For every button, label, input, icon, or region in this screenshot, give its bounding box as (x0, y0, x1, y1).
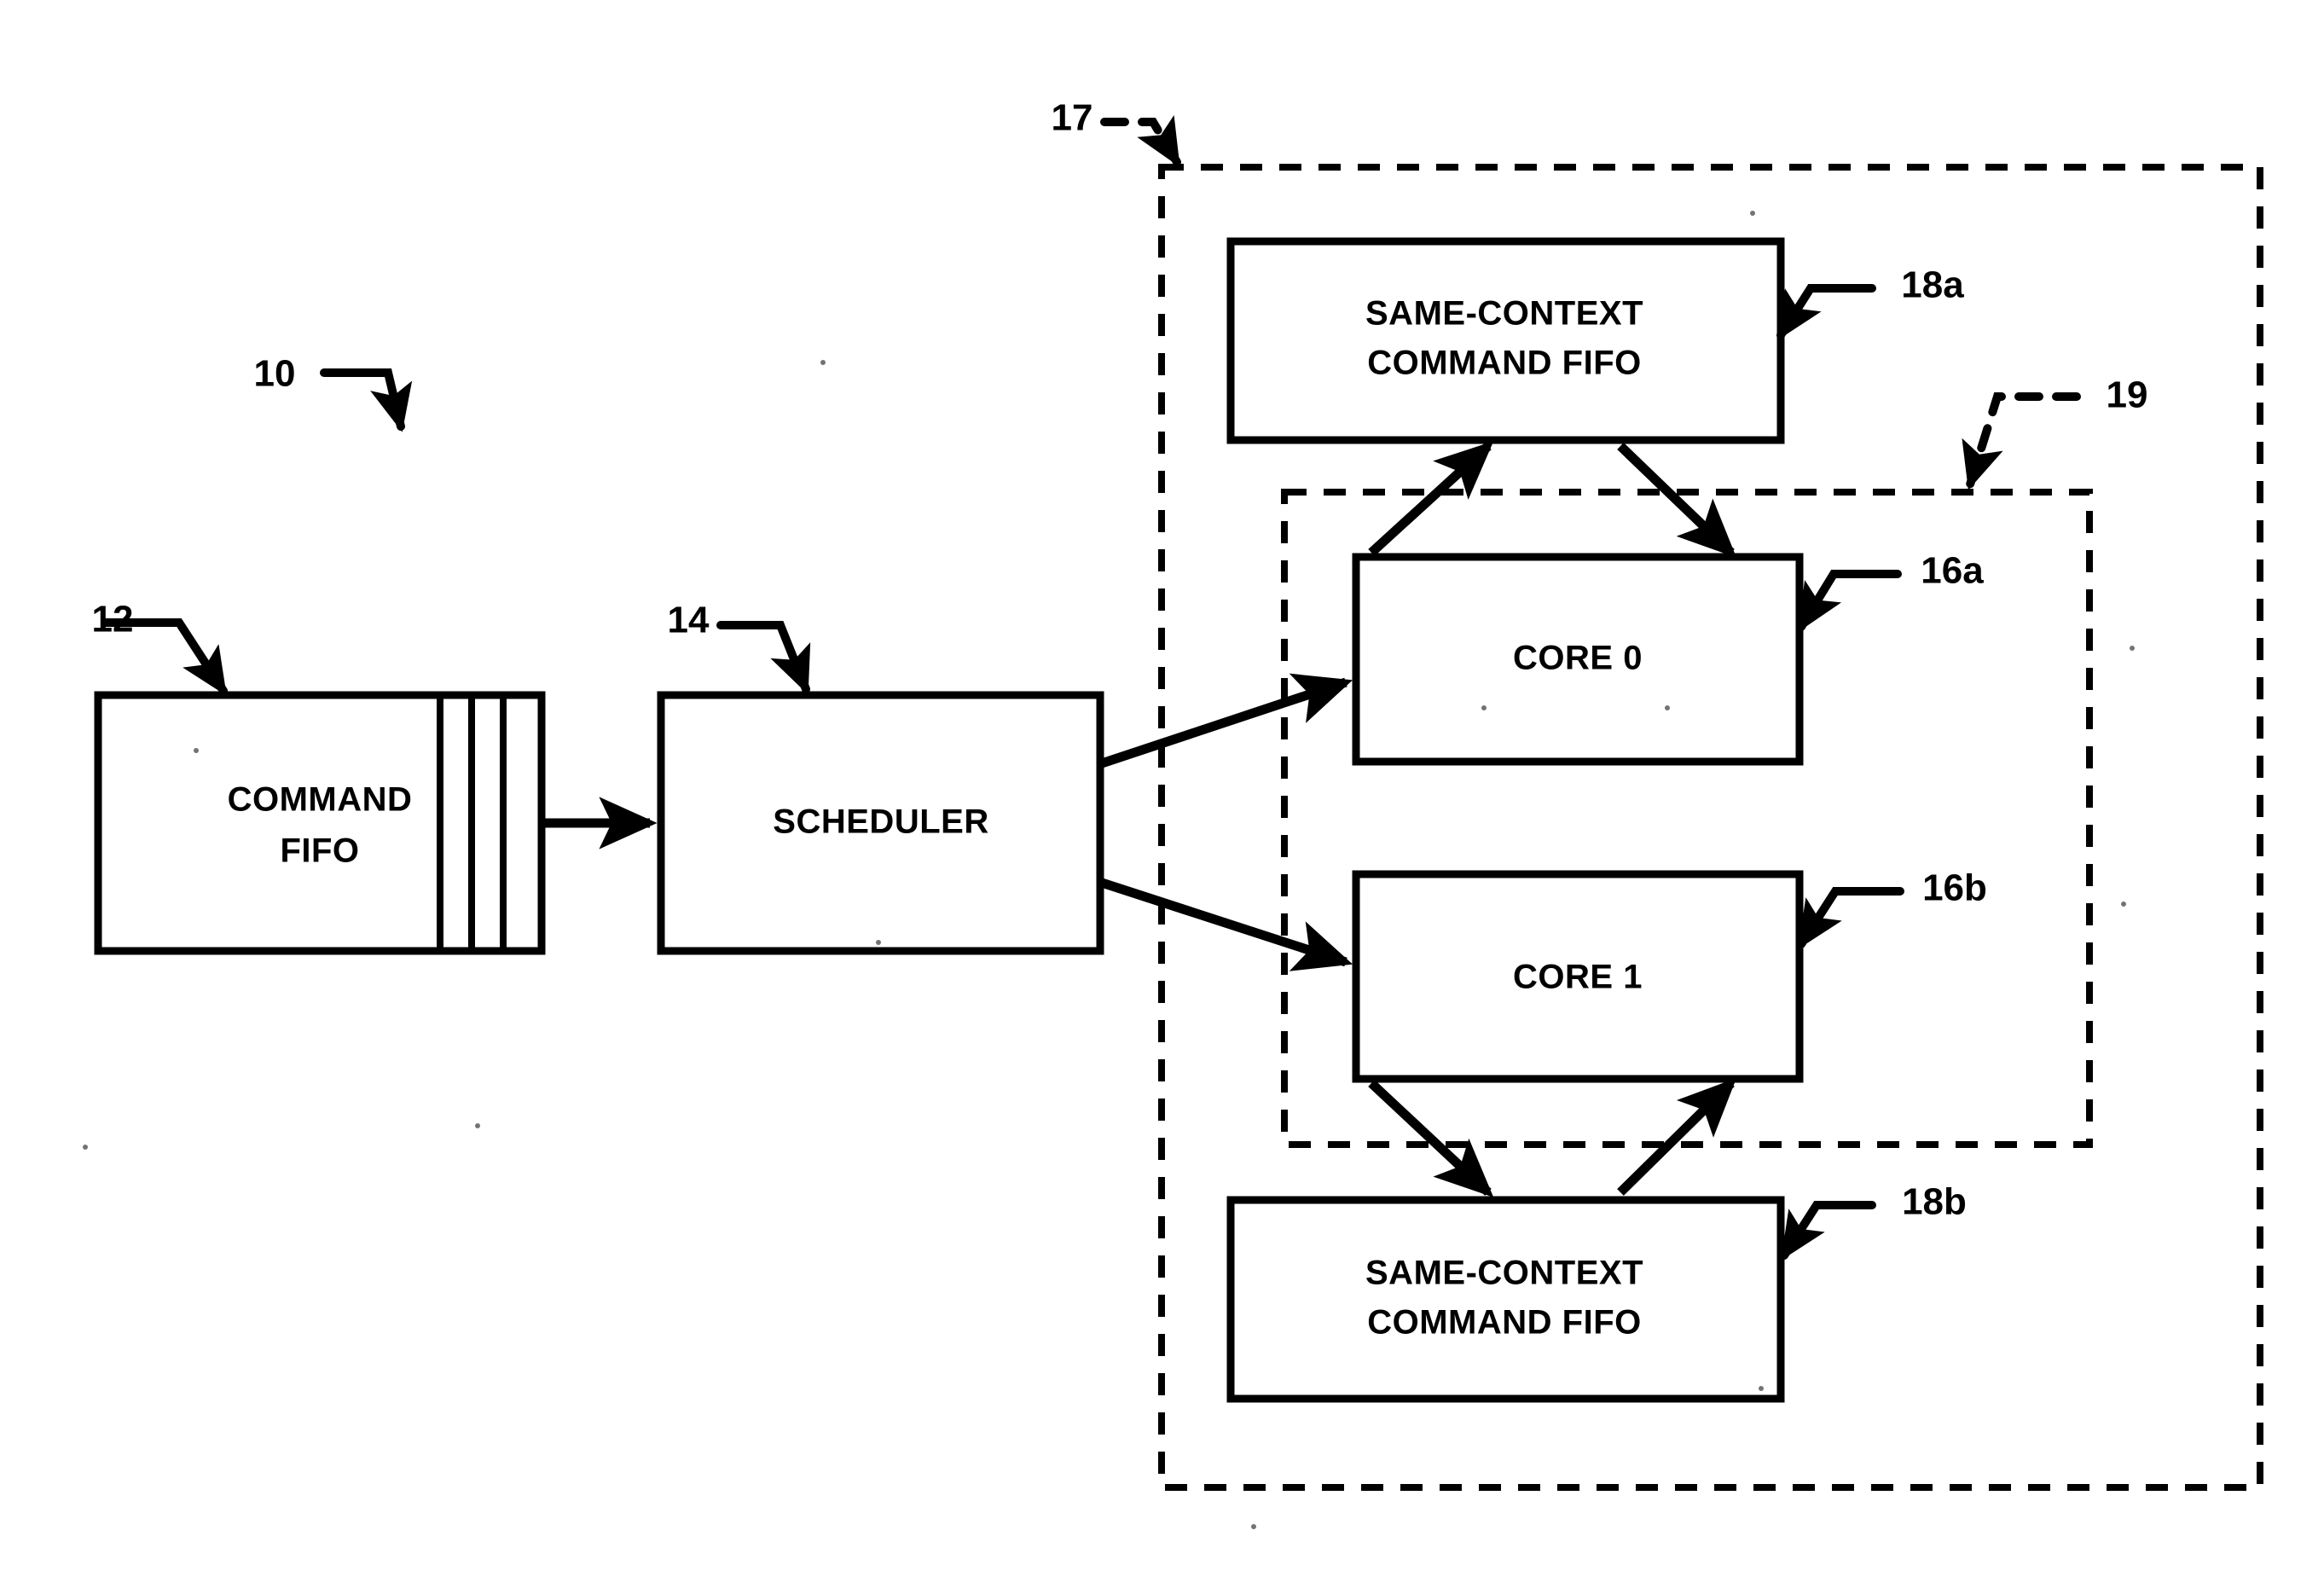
ref-numeral-16a: 16a (1921, 550, 1984, 592)
connector-scheduler-to-core-1 (1100, 878, 1353, 971)
block-label-sc-fifo-top-line1: SAME-CONTEXT (1365, 295, 1643, 333)
scan-speck (2121, 901, 2126, 907)
leader-line-18b (1780, 1201, 1876, 1261)
leader-line-16a (1797, 570, 1902, 632)
block-same-context-fifo-top[interactable] (1226, 237, 1785, 444)
block-label-command-fifo-line1: COMMAND (228, 781, 413, 819)
leader-line-19 (1962, 392, 2081, 490)
scan-speck (1251, 1524, 1256, 1529)
ref-numeral-19: 19 (2107, 374, 2148, 416)
scan-speck (1481, 705, 1487, 710)
ref-numeral-16b: 16b (1922, 867, 1987, 909)
ref-numeral-18a: 18a (1901, 264, 1964, 306)
block-label-sc-fifo-top-line2: COMMAND FIFO (1367, 345, 1642, 382)
leader-line-10 (320, 368, 413, 432)
connector-core-0-to-sc-fifo-top (1368, 441, 1494, 557)
ref-numeral-12: 12 (92, 599, 134, 641)
scan-speck (876, 940, 881, 945)
patent-figure: 17 19 10 COMMAND FIFO 12 SCHEDULER 14 SA… (0, 0, 2324, 1571)
scan-speck (1750, 211, 1755, 216)
block-label-scheduler: SCHEDULER (773, 803, 988, 841)
block-label-core-1: CORE 1 (1513, 959, 1643, 996)
scan-speck (83, 1145, 88, 1150)
ref-numeral-18b: 18b (1902, 1181, 1967, 1223)
block-label-core-0: CORE 0 (1513, 640, 1643, 677)
block-label-command-fifo-line2: FIFO (280, 832, 359, 870)
ref-numeral-10: 10 (254, 353, 296, 395)
figure-canvas: 17 19 10 COMMAND FIFO 12 SCHEDULER 14 SA… (83, 97, 2263, 1529)
scan-speck (820, 360, 826, 365)
leader-line-14 (716, 621, 811, 695)
connector-sc-fifo-top-to-core-0 (1617, 443, 1737, 558)
leader-line-18a (1776, 284, 1876, 340)
scan-speck (475, 1123, 480, 1128)
connector-sc-fifo-bottom-to-core-1 (1617, 1078, 1737, 1196)
ref-numeral-17: 17 (1052, 97, 1093, 139)
scan-speck (194, 748, 199, 753)
scan-speck (1759, 1386, 1764, 1391)
connector-scheduler-to-core-0 (1100, 673, 1353, 768)
connector-core-1-to-sc-fifo-bottom (1368, 1079, 1494, 1197)
block-label-sc-fifo-bottom-line2: COMMAND FIFO (1367, 1304, 1642, 1342)
leader-line-16b (1797, 887, 1904, 949)
scan-speck (1665, 705, 1670, 710)
ref-numeral-14: 14 (668, 600, 710, 641)
block-label-sc-fifo-bottom-line1: SAME-CONTEXT (1365, 1255, 1643, 1292)
block-same-context-fifo-bottom[interactable] (1226, 1196, 1785, 1403)
leader-line-17 (1100, 115, 1181, 168)
scan-speck (2130, 646, 2135, 651)
